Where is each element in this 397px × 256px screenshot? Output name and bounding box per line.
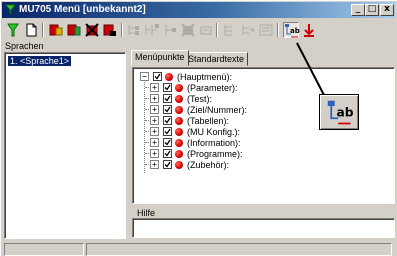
tree-op-2-icon[interactable] [144, 22, 160, 38]
checkbox-checked-icon[interactable] [153, 72, 162, 81]
checkbox-checked-icon[interactable] [163, 83, 172, 92]
tree-item-label: (Tabellen): [187, 115, 230, 126]
red-status-icon [175, 138, 183, 147]
checkbox-checked-icon[interactable] [163, 138, 172, 147]
rename-text-zoom-callout: ab [319, 94, 359, 130]
tree-op-6-icon[interactable] [222, 22, 238, 38]
delete-entry-icon[interactable] [84, 22, 100, 38]
tree-item-label: (Ziel/Nummer): [187, 104, 247, 115]
language-item[interactable]: 1. <Sprache1> [8, 56, 72, 66]
tree-item[interactable]: + (MU Konfig.): [150, 126, 240, 137]
checkbox-checked-icon[interactable] [163, 116, 172, 125]
filter-green-icon[interactable] [5, 22, 21, 38]
red-status-icon [175, 149, 183, 158]
main-window: MU705 Menü [unbekannt2] _ □ x ab Sprache… [0, 0, 397, 256]
close-button[interactable]: x [380, 4, 394, 16]
title-bar[interactable]: MU705 Menü [unbekannt2] _ □ x [2, 2, 395, 18]
tree-item[interactable]: + (Tabellen): [150, 115, 229, 126]
tree-item[interactable]: + (Ziel/Nummer): [150, 104, 247, 115]
tree-connector [144, 80, 145, 173]
expand-icon[interactable]: + [150, 105, 159, 114]
rename-text-icon: ab [327, 100, 354, 125]
toolbar-separator [216, 23, 218, 37]
status-panel-2 [86, 243, 392, 256]
tree-item-label: (Information): [187, 137, 241, 148]
tree-item-label: (Programme): [187, 148, 243, 159]
tree-op-1-icon[interactable] [126, 22, 142, 38]
tree-op-7-icon[interactable] [240, 22, 256, 38]
languages-label: Sprachen [5, 41, 44, 51]
tab-standardtexte[interactable]: Standardtexte [184, 52, 249, 66]
expand-icon[interactable]: + [150, 127, 159, 136]
tree-item[interactable]: + (Parameter): [150, 82, 238, 93]
status-bar [2, 242, 396, 256]
tree-op-3-icon[interactable] [162, 22, 178, 38]
tree-item-label: (Test): [187, 93, 213, 104]
status-panel-1 [4, 243, 84, 256]
expand-icon[interactable]: + [150, 149, 159, 158]
tab-menuepunkte[interactable]: Menüpunkte [131, 50, 189, 66]
tree-op-4-icon[interactable] [180, 22, 196, 38]
red-status-icon [175, 83, 183, 92]
menu-tree[interactable]: − (Hauptmenü): + (Parameter): + (Test): + (Zi… [132, 67, 395, 204]
checkbox-checked-icon[interactable] [163, 160, 172, 169]
tree-item-label: (Parameter): [187, 82, 238, 93]
red-status-icon [175, 127, 183, 136]
tree-item-label: (MU Konfig.): [187, 126, 241, 137]
rename-text-icon[interactable]: ab [283, 22, 300, 38]
tree-item[interactable]: + (Programme): [150, 148, 243, 159]
help-textbox[interactable] [132, 218, 395, 238]
languages-list[interactable]: 1. <Sprache1> [4, 52, 126, 239]
new-document-icon[interactable] [23, 22, 39, 38]
edit-entry-icon[interactable] [66, 22, 82, 38]
expand-icon[interactable]: + [150, 116, 159, 125]
app-icon [5, 4, 16, 15]
tree-op-8-icon[interactable] [258, 22, 274, 38]
checkbox-checked-icon[interactable] [163, 94, 172, 103]
toolbar-separator [121, 23, 123, 37]
svg-text:ab: ab [337, 106, 354, 120]
expand-icon[interactable]: + [150, 160, 159, 169]
toolbar-separator [277, 23, 279, 37]
checkbox-checked-icon[interactable] [163, 149, 172, 158]
tree-item[interactable]: + (Test): [150, 93, 212, 104]
tree-item[interactable]: + (Information): [150, 137, 241, 148]
minimize-button[interactable]: _ [351, 4, 365, 16]
tree-root[interactable]: − (Hauptmenü): [140, 71, 232, 82]
expand-icon[interactable]: + [150, 94, 159, 103]
window-title: MU705 Menü [unbekannt2] [19, 4, 146, 15]
maximize-button[interactable]: □ [365, 4, 379, 16]
red-status-icon [175, 94, 183, 103]
expand-icon[interactable]: + [150, 83, 159, 92]
red-status-icon [175, 105, 183, 114]
toolbar: ab [2, 19, 395, 41]
red-status-icon [175, 160, 183, 169]
checkbox-checked-icon[interactable] [163, 127, 172, 136]
checkbox-checked-icon[interactable] [163, 105, 172, 114]
expand-icon[interactable]: + [150, 138, 159, 147]
tree-item-label: (Zubehör): [187, 159, 230, 170]
svg-text:ab: ab [290, 27, 300, 35]
red-status-icon [175, 116, 183, 125]
help-label: Hilfe [137, 208, 156, 218]
tree-root-label: (Hauptmenü): [177, 71, 233, 82]
move-down-red-icon[interactable] [301, 22, 317, 38]
tree-item[interactable]: + (Zubehör): [150, 159, 229, 170]
add-entry-icon[interactable] [48, 22, 64, 38]
rename-entry-icon[interactable] [102, 22, 118, 38]
toolbar-separator [42, 23, 44, 37]
red-status-icon [165, 72, 173, 81]
tree-op-5-icon[interactable] [198, 22, 214, 38]
collapse-icon[interactable]: − [140, 72, 149, 81]
